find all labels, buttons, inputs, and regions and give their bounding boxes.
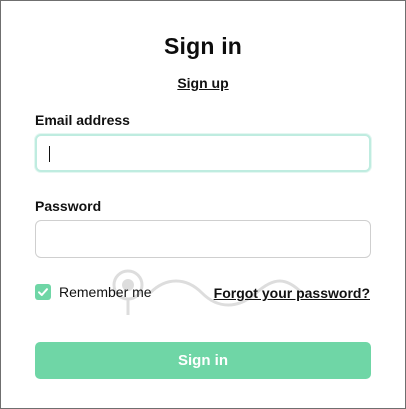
checkmark-icon bbox=[38, 288, 48, 296]
email-field[interactable] bbox=[35, 134, 371, 172]
sign-in-button[interactable]: Sign in bbox=[35, 342, 371, 379]
page-title: Sign in bbox=[163, 33, 243, 59]
text-caret bbox=[49, 146, 50, 162]
sign-in-card: Sign in Sign up Email address Password R… bbox=[0, 0, 406, 409]
remember-me-label: Remember me bbox=[59, 284, 152, 300]
remember-me-option[interactable]: Remember me bbox=[35, 284, 152, 300]
password-field[interactable] bbox=[35, 220, 371, 258]
email-label: Email address bbox=[35, 112, 130, 128]
password-label: Password bbox=[35, 198, 102, 214]
sign-up-link[interactable]: Sign up bbox=[1, 75, 405, 91]
remember-me-checkbox[interactable] bbox=[35, 284, 51, 300]
forgot-password-link[interactable]: Forgot your password? bbox=[214, 285, 370, 301]
